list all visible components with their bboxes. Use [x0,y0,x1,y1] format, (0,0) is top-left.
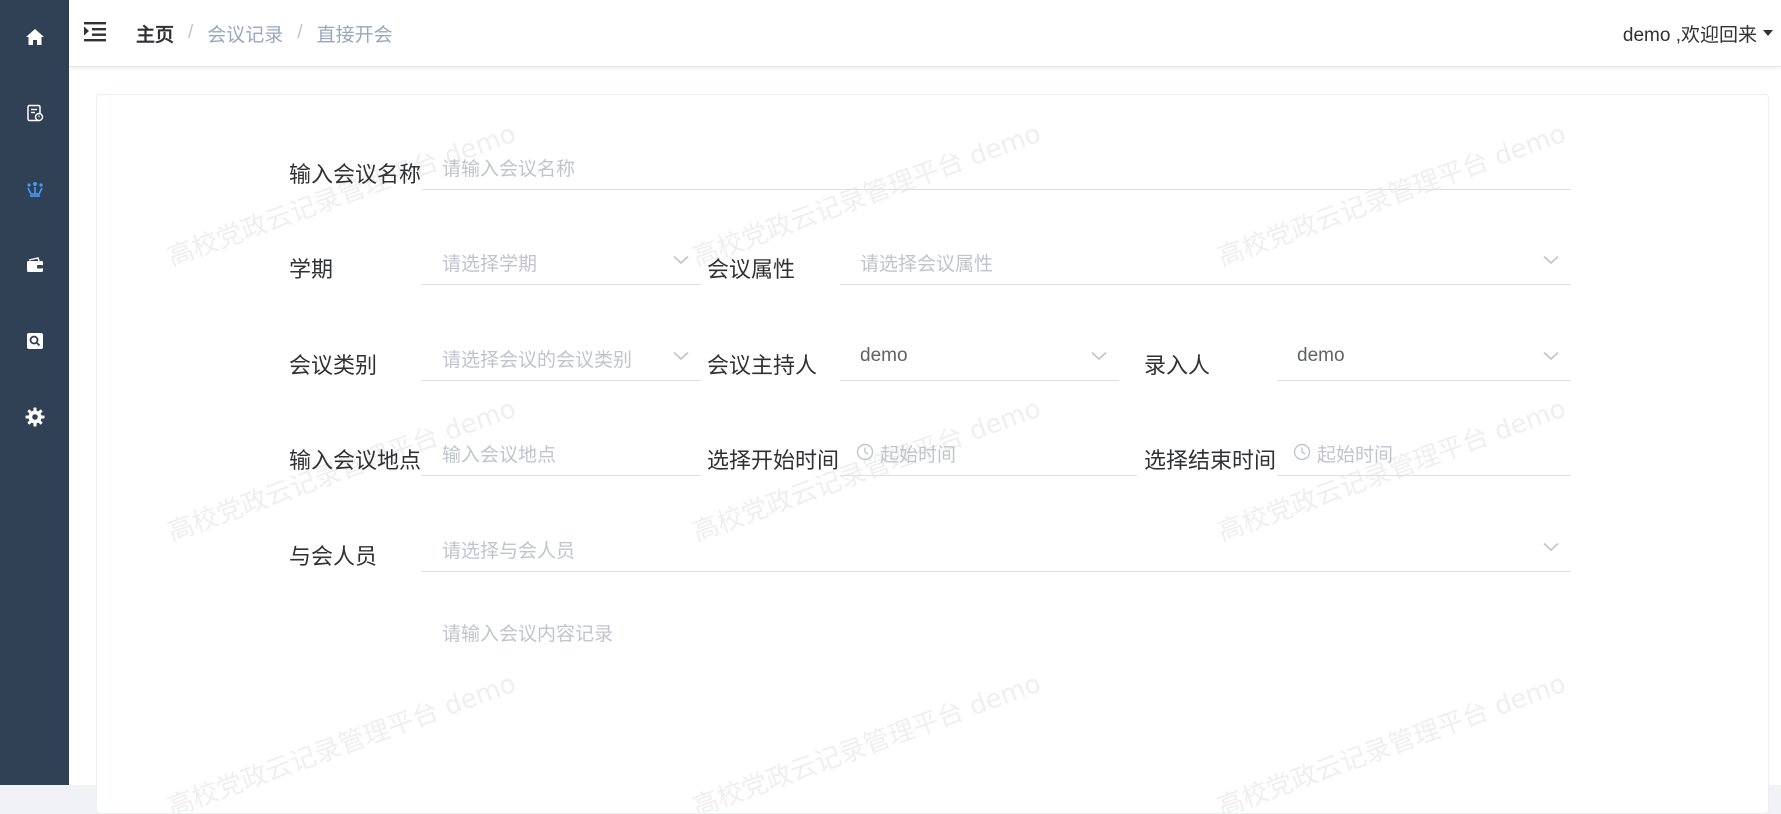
recorder-value: demo [1297,345,1345,366]
sidebar-item-home[interactable] [0,17,69,57]
sidebar-item-records[interactable] [0,93,69,133]
chevron-down-icon [1543,255,1559,265]
location-input[interactable]: 输入会议地点 [422,428,701,476]
sidebar-item-settings[interactable] [0,397,69,437]
meeting-form-card: 高校党政云记录管理平台 demo 高校党政云记录管理平台 demo 高校党政云记… [96,94,1769,814]
recorder-label: 录入人 [1144,353,1211,378]
gear-icon [25,407,44,427]
meeting-host-select[interactable]: demo [840,333,1119,381]
breadcrumb-separator: / [297,22,303,43]
caret-down-icon [1763,30,1773,36]
sidebar-item-meeting[interactable] [0,169,69,209]
meeting-icon [26,182,43,197]
attendees-select[interactable]: 请选择与会人员 [422,524,1571,572]
breadcrumb-separator: / [188,22,194,43]
semester-label: 学期 [289,257,334,282]
end-time-placeholder: 起始时间 [1317,445,1394,466]
clock-icon [1293,443,1311,461]
meeting-category-placeholder: 请选择会议的会议类别 [442,350,633,371]
breadcrumb-current: 直接开会 [316,24,393,46]
record-list-icon [26,104,43,122]
start-time-picker[interactable]: 起始时间 [840,428,1137,476]
location-placeholder: 输入会议地点 [442,445,557,466]
meeting-host-value: demo [860,345,908,366]
chevron-down-icon [1543,542,1559,552]
meeting-category-select[interactable]: 请选择会议的会议类别 [422,333,701,381]
meeting-attr-placeholder: 请选择会议属性 [860,254,994,275]
start-time-placeholder: 起始时间 [880,445,957,466]
chevron-down-icon [1543,351,1559,361]
semester-placeholder: 请选择学期 [442,254,538,275]
end-time-label: 选择结束时间 [1144,448,1277,473]
chevron-down-icon [1091,351,1107,361]
chevron-down-icon [673,255,689,265]
search-box-icon [26,333,43,349]
navbar: 主页 / 会议记录 / 直接开会 demo ,欢迎回来 [69,0,1781,67]
meeting-content-textarea[interactable]: 请输入会议内容记录 [422,605,1571,805]
chevron-down-icon [673,351,689,361]
wallet-icon [26,257,43,272]
semester-select[interactable]: 请选择学期 [422,237,701,285]
user-dropdown[interactable]: demo ,欢迎回来 [1623,20,1773,46]
sidebar-item-search[interactable] [0,321,69,361]
breadcrumb: 主页 / 会议记录 / 直接开会 [136,20,393,46]
meeting-name-label: 输入会议名称 [289,162,422,187]
attendees-label: 与会人员 [289,544,378,569]
meeting-name-placeholder: 请输入会议名称 [442,159,576,180]
meeting-category-label: 会议类别 [289,353,378,378]
end-time-picker[interactable]: 起始时间 [1277,428,1571,476]
attendees-placeholder: 请选择与会人员 [442,541,576,562]
main-area: 主页 / 会议记录 / 直接开会 demo ,欢迎回来 高校党政云记录管理平台 … [69,0,1781,814]
sidebar-item-wallet[interactable] [0,245,69,285]
menu-fold-icon [84,22,106,42]
meeting-content-placeholder: 请输入会议内容记录 [442,624,614,645]
breadcrumb-home[interactable]: 主页 [136,20,174,47]
user-greeting: demo ,欢迎回来 [1622,24,1757,46]
home-icon [25,29,44,45]
location-label: 输入会议地点 [289,448,422,473]
meeting-host-label: 会议主持人 [707,353,818,378]
sidebar-toggle-button[interactable] [83,20,109,46]
meeting-attr-label: 会议属性 [707,257,796,282]
meeting-attr-select[interactable]: 请选择会议属性 [840,237,1571,285]
sidebar [0,0,69,785]
breadcrumb-section: 会议记录 [207,24,284,46]
meeting-name-input[interactable]: 请输入会议名称 [422,142,1571,190]
start-time-label: 选择开始时间 [707,448,840,473]
clock-icon [856,443,874,461]
recorder-select[interactable]: demo [1277,333,1571,381]
